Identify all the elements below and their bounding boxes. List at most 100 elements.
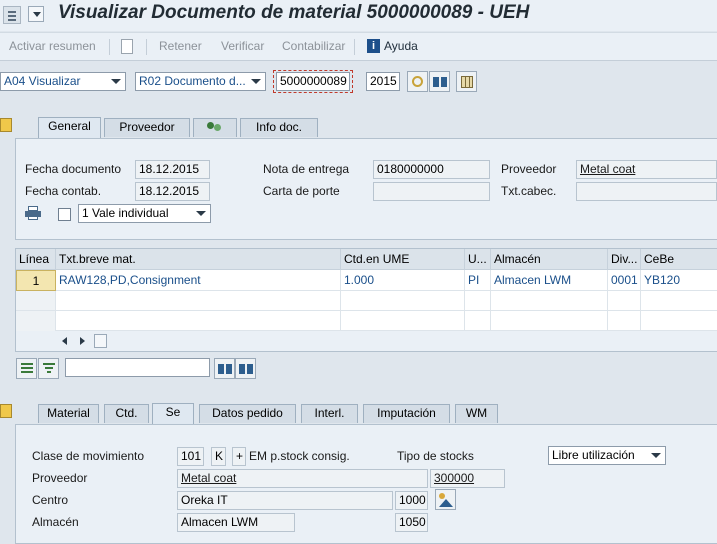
table-icon[interactable] xyxy=(456,71,477,92)
proveedor-field[interactable]: Metal coat xyxy=(576,160,717,179)
detail-proveedor-number[interactable]: 300000 xyxy=(430,469,505,488)
nota-entrega-field[interactable]: 0180000000 xyxy=(373,160,490,179)
tipo-stocks-select[interactable]: Libre utilización xyxy=(548,446,666,465)
detail-proveedor-number-link[interactable]: 300000 xyxy=(434,471,474,485)
retener-button[interactable]: Retener xyxy=(159,39,202,53)
empty-cell xyxy=(608,311,641,331)
row-selector[interactable]: 1 xyxy=(16,270,56,291)
clase-movimiento-label: Clase de movimiento xyxy=(32,449,145,463)
txt-cabec-field[interactable] xyxy=(576,182,717,201)
action-select-value: A04 Visualizar xyxy=(4,74,81,88)
folder-icon[interactable] xyxy=(0,404,12,418)
year-input[interactable]: 2015 xyxy=(366,72,400,91)
table-cell[interactable]: PI xyxy=(465,270,491,291)
tab-material[interactable]: Material xyxy=(38,404,99,423)
almacen-field[interactable]: Almacen LWM xyxy=(177,513,295,532)
almacen-number[interactable]: 1050 xyxy=(395,513,428,532)
centro-field[interactable]: Oreka IT xyxy=(177,491,393,510)
toolbar-separator xyxy=(109,39,110,55)
empty-cell xyxy=(641,291,717,311)
centro-number[interactable]: 1000 xyxy=(395,491,428,510)
document-type-select[interactable]: R02 Documento d... xyxy=(135,72,266,91)
execute-icon[interactable] xyxy=(407,71,428,92)
search-input[interactable] xyxy=(65,358,210,377)
empty-cell xyxy=(465,311,491,331)
table-cell[interactable]: 1.000 xyxy=(341,270,465,291)
clase-movimiento-plus-field[interactable]: + xyxy=(232,447,246,466)
column-header-linea[interactable]: Línea xyxy=(16,249,56,270)
print-checkbox[interactable] xyxy=(58,208,71,221)
chevron-down-icon xyxy=(651,453,661,458)
chevron-down-icon[interactable] xyxy=(28,6,44,22)
tab-wm[interactable]: WM xyxy=(455,404,498,423)
info-icon[interactable]: i xyxy=(367,39,380,53)
chevron-down-icon xyxy=(111,79,121,84)
collapse-up-icon[interactable] xyxy=(16,358,37,379)
tab-partners[interactable] xyxy=(193,118,237,137)
folder-icon[interactable] xyxy=(0,118,12,132)
verificar-button[interactable]: Verificar xyxy=(221,39,264,53)
tab-general[interactable]: General xyxy=(38,117,101,138)
column-header-um[interactable]: U... xyxy=(465,249,491,270)
toolbar-separator xyxy=(354,39,355,55)
detail-proveedor-field[interactable]: Metal coat xyxy=(177,469,428,488)
tab-datos-pedido[interactable]: Datos pedido xyxy=(199,404,296,423)
row-selector[interactable] xyxy=(16,291,56,311)
fecha-contab-field[interactable]: 18.12.2015 xyxy=(135,182,210,201)
menu-icon[interactable] xyxy=(3,6,21,24)
plant-icon[interactable] xyxy=(435,489,456,510)
column-header-almacen[interactable]: Almacén xyxy=(491,249,608,270)
tab-info-doc[interactable]: Info doc. xyxy=(240,118,318,137)
title-bar: Visualizar Documento de material 5000000… xyxy=(0,0,717,31)
table-cell[interactable]: YB120 xyxy=(641,270,717,291)
table-cell[interactable]: RAW128,PD,Consignment xyxy=(56,270,341,291)
tipo-stocks-value: Libre utilización xyxy=(552,448,635,462)
binoculars-icon[interactable] xyxy=(429,71,450,92)
empty-cell xyxy=(608,291,641,311)
document-number-input[interactable]: 5000000089 xyxy=(276,72,350,91)
empty-cell xyxy=(56,291,341,311)
table-cell[interactable]: Almacen LWM xyxy=(491,270,608,291)
tab-imputacion[interactable]: Imputación xyxy=(363,404,450,423)
column-header-ctd[interactable]: Ctd.en UME xyxy=(341,249,465,270)
txt-cabec-label: Txt.cabec. xyxy=(501,184,557,198)
binoculars-icon[interactable] xyxy=(214,358,235,379)
fecha-documento-field[interactable]: 18.12.2015 xyxy=(135,160,210,179)
expand-down-icon[interactable] xyxy=(38,358,59,379)
ayuda-button[interactable]: Ayuda xyxy=(384,39,418,53)
detail-proveedor-link[interactable]: Metal coat xyxy=(181,471,236,485)
scroll-thumb[interactable] xyxy=(94,334,107,348)
document-icon[interactable] xyxy=(121,39,133,54)
tab-ctd[interactable]: Ctd. xyxy=(104,404,149,423)
detail-proveedor-label: Proveedor xyxy=(32,471,88,485)
clase-movimiento-field[interactable]: 101 xyxy=(177,447,204,466)
scroll-right-icon[interactable] xyxy=(80,337,85,345)
table-cell[interactable]: 0001 xyxy=(608,270,641,291)
printer-icon[interactable] xyxy=(25,206,41,220)
find-next-icon[interactable] xyxy=(235,358,256,379)
activar-resumen-button[interactable]: Activar resumen xyxy=(9,39,96,53)
nota-entrega-label: Nota de entrega xyxy=(263,162,350,176)
scroll-left-icon[interactable] xyxy=(62,337,67,345)
horizontal-scrollbar[interactable] xyxy=(56,331,717,351)
row-selector[interactable] xyxy=(16,311,56,331)
chevron-down-icon xyxy=(196,211,206,216)
page-title: Visualizar Documento de material 5000000… xyxy=(58,2,530,23)
clase-movimiento-text: EM p.stock consig. xyxy=(249,449,350,463)
centro-label: Centro xyxy=(32,493,69,507)
empty-cell xyxy=(56,311,341,331)
document-type-select-value: R02 Documento d... xyxy=(139,74,246,88)
clase-movimiento-k-field[interactable]: K xyxy=(211,447,226,466)
contabilizar-button[interactable]: Contabilizar xyxy=(282,39,345,53)
column-header-cebe[interactable]: CeBe xyxy=(641,249,717,270)
vale-select[interactable]: 1 Vale individual xyxy=(78,204,211,223)
column-header-txt-breve[interactable]: Txt.breve mat. xyxy=(56,249,341,270)
proveedor-link[interactable]: Metal coat xyxy=(580,162,635,176)
tab-interl[interactable]: Interl. xyxy=(301,404,358,423)
action-select[interactable]: A04 Visualizar xyxy=(0,72,126,91)
carta-porte-field[interactable] xyxy=(373,182,490,201)
tab-proveedor[interactable]: Proveedor xyxy=(104,118,190,137)
tab-se[interactable]: Se xyxy=(152,403,194,424)
column-header-div[interactable]: Div... xyxy=(608,249,641,270)
carta-porte-label: Carta de porte xyxy=(263,184,340,198)
